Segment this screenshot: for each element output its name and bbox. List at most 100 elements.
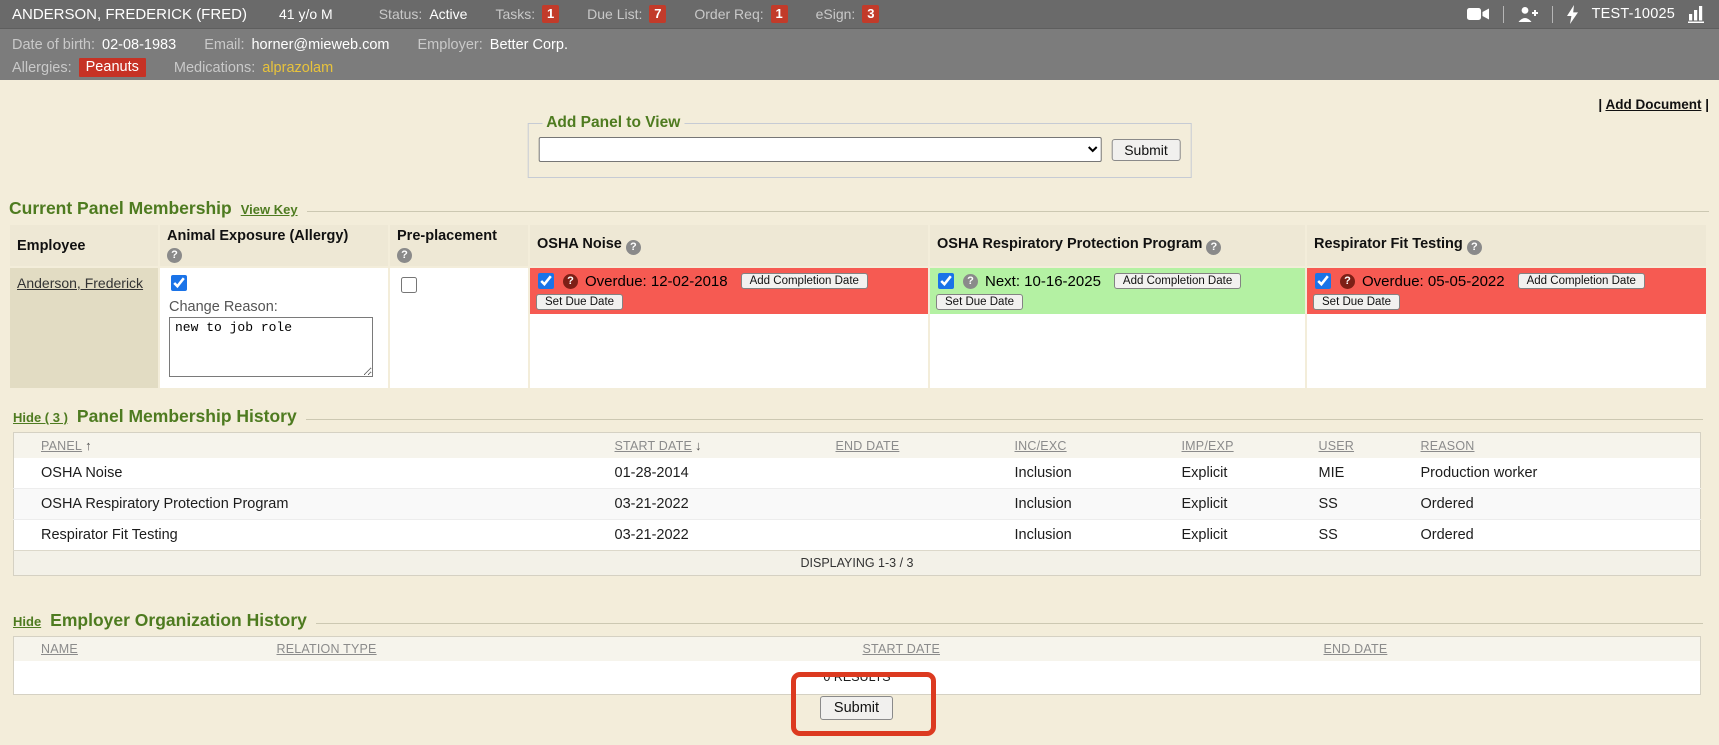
respirator-fit-checkbox[interactable]: [1315, 273, 1331, 289]
cell-reason: Production worker: [1413, 458, 1701, 489]
cell-panel: OSHA Respiratory Protection Program: [14, 489, 607, 520]
animal-exposure-checkbox[interactable]: [171, 275, 187, 291]
email-label: Email:: [204, 37, 244, 53]
esign-count-badge[interactable]: 3: [862, 5, 879, 23]
col-employee: Employee: [10, 225, 158, 266]
history-section-head: Hide ( 3 ) Panel Membership History: [13, 406, 1703, 427]
header-actions: TEST-10025: [1467, 5, 1707, 24]
lightning-icon[interactable]: [1566, 5, 1579, 24]
main-content: | Add Document | Add Panel to View Submi…: [0, 80, 1719, 745]
help-icon[interactable]: ?: [167, 248, 182, 263]
cell-start-date: 01-28-2014: [607, 458, 828, 489]
help-icon[interactable]: ?: [963, 274, 978, 289]
cell-start-date: 03-21-2022: [607, 489, 828, 520]
change-reason-textarea[interactable]: new to job role: [169, 317, 373, 377]
history-col-inc-exc: INC/EXC: [1007, 433, 1174, 459]
help-icon[interactable]: ?: [1206, 240, 1221, 255]
patient-name: ANDERSON, FREDERICK (FRED): [12, 6, 247, 23]
history-col-end-date: END DATE: [828, 433, 1007, 459]
medication-value[interactable]: alprazolam: [262, 60, 333, 76]
cell-end-date: [828, 458, 1007, 489]
history-hide-link[interactable]: Hide ( 3 ): [13, 410, 68, 425]
add-completion-date-button[interactable]: Add Completion Date: [1518, 273, 1645, 289]
add-document-link[interactable]: Add Document: [1605, 97, 1701, 112]
help-icon[interactable]: ?: [1340, 274, 1355, 289]
allergy-badge[interactable]: Peanuts: [79, 58, 146, 77]
medications-label: Medications:: [174, 60, 255, 76]
view-key-link[interactable]: View Key: [241, 202, 298, 217]
sort-up-icon[interactable]: ↑: [85, 438, 92, 453]
help-icon[interactable]: ?: [1467, 240, 1482, 255]
employer-empty-row: 0 RESULTS: [14, 661, 1701, 695]
employer-history-table: NAME RELATION TYPE START DATE END DATE 0…: [13, 636, 1701, 695]
tasks-label: Tasks:: [495, 6, 535, 22]
employer-submit-button[interactable]: Submit: [820, 696, 893, 720]
patient-age-sex: 41 y/o M: [279, 6, 333, 22]
heading-rule: [316, 623, 1703, 624]
heading-rule: [306, 419, 1703, 420]
help-icon[interactable]: ?: [626, 240, 641, 255]
stats-chart-icon[interactable]: [1688, 5, 1707, 23]
set-due-date-button[interactable]: Set Due Date: [1313, 294, 1400, 310]
col-osha-noise: OSHA Noise ?: [530, 225, 928, 266]
add-completion-date-button[interactable]: Add Completion Date: [1114, 273, 1241, 289]
col-osha-respiratory: OSHA Respiratory Protection Program ?: [930, 225, 1305, 266]
col-respirator-fit-label: Respirator Fit Testing: [1314, 236, 1463, 252]
employer-label: Employer:: [418, 37, 483, 53]
history-col-user: USER: [1311, 433, 1413, 459]
demographics-row: Date of birth: 02-08-1983 Email: horner@…: [12, 33, 1707, 56]
add-completion-date-button[interactable]: Add Completion Date: [741, 273, 868, 289]
membership-title: Current Panel Membership: [9, 198, 232, 219]
divider: [1552, 6, 1553, 23]
pipe: |: [1705, 97, 1709, 112]
employer-title: Employer Organization History: [50, 610, 307, 631]
panel-select[interactable]: [538, 137, 1101, 162]
employer-col-end-date: END DATE: [1316, 637, 1701, 662]
help-icon[interactable]: ?: [563, 274, 578, 289]
col-pre-placement-label: Pre-placement: [397, 228, 497, 244]
status-label: Status:: [379, 6, 423, 22]
order-req-count-badge[interactable]: 1: [771, 5, 788, 23]
add-panel-submit-button[interactable]: Submit: [1111, 139, 1181, 161]
divider: [1503, 6, 1504, 23]
set-due-date-button[interactable]: Set Due Date: [936, 294, 1023, 310]
esign-pair: eSign: 3: [816, 5, 880, 23]
page: ANDERSON, FREDERICK (FRED) 41 y/o M Stat…: [0, 0, 1719, 745]
overdue-band: ? Overdue: 12-02-2018 Add Completion Dat…: [530, 268, 928, 314]
due-list-count-badge[interactable]: 7: [649, 5, 666, 23]
help-icon[interactable]: ?: [397, 248, 412, 263]
osha-noise-checkbox[interactable]: [538, 273, 554, 289]
cell-end-date: [828, 489, 1007, 520]
employer-value: Better Corp.: [490, 37, 568, 53]
respirator-fit-cell: ? Overdue: 05-05-2022 Add Completion Dat…: [1307, 268, 1706, 388]
employee-cell: Anderson, Frederick: [10, 268, 158, 388]
set-due-date-button[interactable]: Set Due Date: [536, 294, 623, 310]
cell-imp-exp: Explicit: [1174, 520, 1311, 551]
history-col-start-date: START DATE↓: [607, 433, 828, 459]
add-panel-fieldset: Add Panel to View Submit: [527, 114, 1192, 178]
status-value: Active: [429, 6, 467, 22]
membership-table: Employee Animal Exposure (Allergy) ? Pre…: [8, 223, 1708, 390]
add-person-icon[interactable]: [1517, 6, 1539, 23]
video-camera-icon[interactable]: [1467, 6, 1490, 22]
col-animal-exposure-label: Animal Exposure (Allergy): [167, 228, 348, 244]
cell-reason: Ordered: [1413, 520, 1701, 551]
pipe: |: [1598, 97, 1602, 112]
sort-down-icon[interactable]: ↓: [695, 438, 702, 453]
col-respirator-fit: Respirator Fit Testing ?: [1307, 225, 1706, 266]
employee-link[interactable]: Anderson, Frederick: [17, 275, 143, 291]
osha-respiratory-checkbox[interactable]: [938, 273, 954, 289]
cell-user: MIE: [1311, 458, 1413, 489]
system-id: TEST-10025: [1592, 6, 1675, 22]
add-panel-legend: Add Panel to View: [542, 114, 684, 132]
patient-info-bar: Date of birth: 02-08-1983 Email: horner@…: [0, 28, 1719, 80]
respirator-fit-status: Overdue: 05-05-2022: [1362, 273, 1505, 290]
pre-placement-checkbox[interactable]: [401, 277, 417, 293]
tasks-count-badge[interactable]: 1: [542, 5, 559, 23]
patient-header-bar: ANDERSON, FREDERICK (FRED) 41 y/o M Stat…: [0, 0, 1719, 28]
membership-header-row: Employee Animal Exposure (Allergy) ? Pre…: [10, 225, 1706, 266]
due-list-label: Due List:: [587, 6, 642, 22]
dob-value: 02-08-1983: [102, 37, 176, 53]
history-row: Respirator Fit Testing 03-21-2022 Inclus…: [14, 520, 1701, 551]
employer-hide-link[interactable]: Hide: [13, 614, 41, 629]
